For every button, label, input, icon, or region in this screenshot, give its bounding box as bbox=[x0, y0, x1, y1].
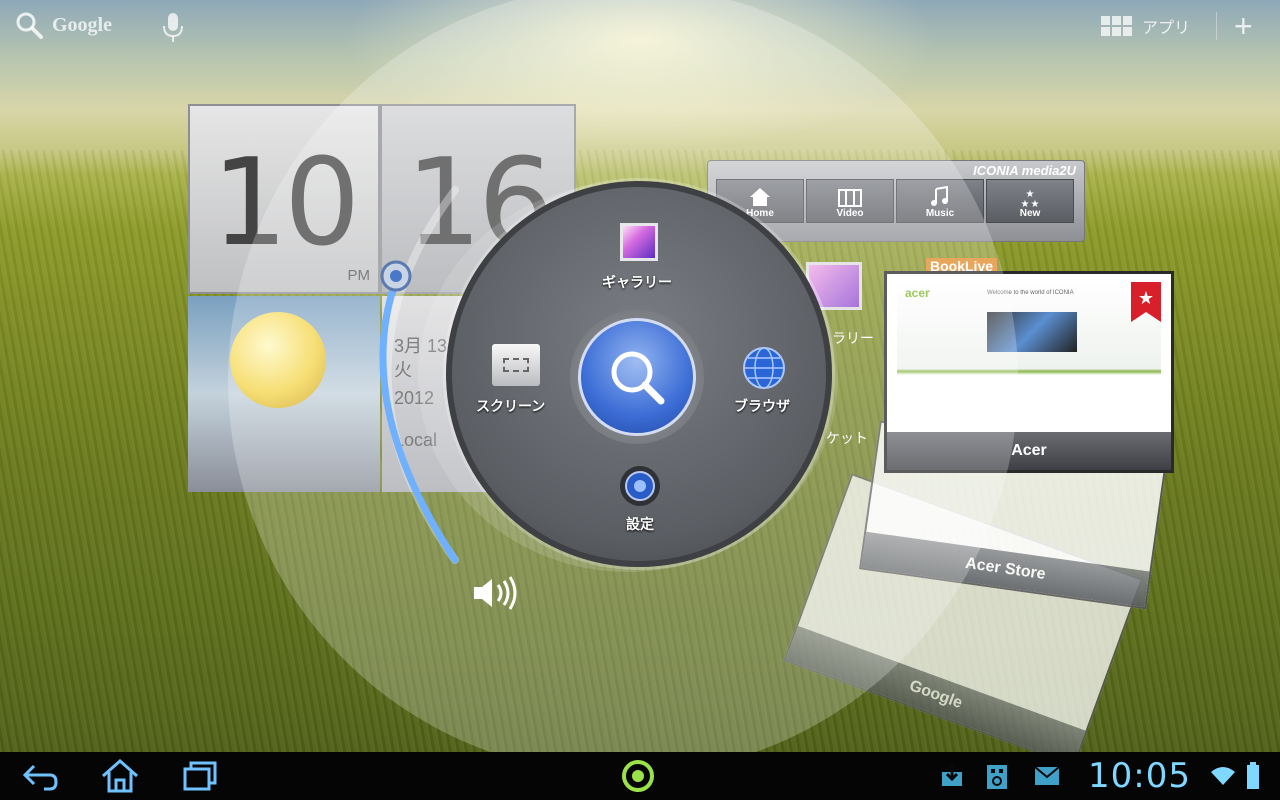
svg-text:★: ★ bbox=[1138, 288, 1154, 308]
status-clock[interactable]: 10:05 bbox=[1088, 756, 1191, 796]
ring-launcher-icon[interactable] bbox=[621, 759, 655, 793]
ring-search-button[interactable] bbox=[578, 318, 696, 436]
usb-notification-icon[interactable] bbox=[986, 764, 1008, 790]
svg-text:★: ★ bbox=[1031, 199, 1040, 208]
speaker-volume-icon bbox=[474, 576, 517, 610]
svg-text:★: ★ bbox=[1021, 199, 1030, 208]
back-icon[interactable] bbox=[22, 762, 58, 792]
ring-screen-label[interactable]: スクリーン bbox=[476, 396, 545, 416]
topbar-divider bbox=[1216, 12, 1217, 40]
add-widget-button[interactable]: + bbox=[1234, 10, 1253, 42]
settings-knob-icon[interactable] bbox=[618, 464, 662, 508]
system-bar: 10:05 bbox=[0, 752, 1280, 800]
apps-grid-icon bbox=[1101, 16, 1132, 36]
media-brand-logo: ICONIA media2U bbox=[973, 163, 1076, 178]
stars-icon: ★★ ★ bbox=[1021, 189, 1040, 208]
browser-globe-icon[interactable] bbox=[742, 346, 786, 390]
magnifier-icon bbox=[611, 351, 665, 405]
home-icon[interactable] bbox=[100, 758, 140, 794]
battery-icon bbox=[1247, 762, 1259, 789]
apps-label: アプリ bbox=[1142, 20, 1191, 37]
search-icon bbox=[16, 12, 43, 39]
google-search-label: Google bbox=[52, 13, 112, 36]
ring-browser-label[interactable]: ブラウザ bbox=[734, 396, 790, 416]
mail-notification-icon[interactable] bbox=[1034, 766, 1060, 786]
wifi-icon bbox=[1211, 767, 1235, 785]
gallery-icon[interactable] bbox=[620, 223, 658, 261]
ring-gallery-label[interactable]: ギャラリー bbox=[602, 272, 672, 292]
download-notification-icon[interactable] bbox=[940, 764, 964, 788]
apps-button[interactable]: アプリ bbox=[1100, 14, 1190, 38]
screenshot-icon[interactable] bbox=[492, 344, 540, 386]
media-new-label: New bbox=[1019, 208, 1041, 219]
media-new-button[interactable]: ★ ★ ★ New bbox=[986, 179, 1074, 223]
bookmark-star-icon[interactable]: ★ bbox=[1131, 282, 1161, 322]
ring-settings-label[interactable]: 設定 bbox=[626, 514, 654, 534]
recent-apps-icon[interactable] bbox=[182, 760, 218, 792]
google-search-bar[interactable]: Google bbox=[14, 10, 112, 40]
microphone-icon[interactable] bbox=[162, 12, 184, 44]
